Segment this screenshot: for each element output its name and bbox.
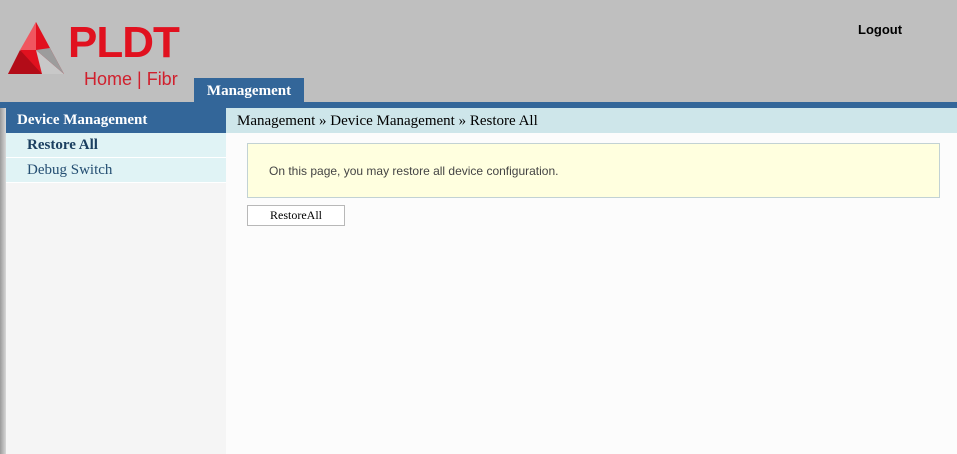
sidebar-title: Device Management [6,108,226,133]
sidebar: Device Management Restore All Debug Swit… [6,108,226,454]
tab-management[interactable]: Management [194,78,304,102]
sidebar-item-restore-all[interactable]: Restore All [6,133,226,158]
main-content: Management » Device Management » Restore… [226,108,957,454]
info-message: On this page, you may restore all device… [247,143,940,198]
brand-subtitle: Home | Fibr [84,69,178,89]
pldt-logo: PLDT Home | Fibr [6,18,196,92]
pldt-triangle-logo-icon [8,22,64,74]
sidebar-item-debug-switch[interactable]: Debug Switch [6,158,226,183]
restore-all-button[interactable]: RestoreAll [247,205,345,226]
logout-link[interactable]: Logout [858,22,902,37]
header: PLDT Home | Fibr Logout Management [0,0,957,102]
brand-name: PLDT [68,18,180,67]
breadcrumb: Management » Device Management » Restore… [226,108,957,133]
